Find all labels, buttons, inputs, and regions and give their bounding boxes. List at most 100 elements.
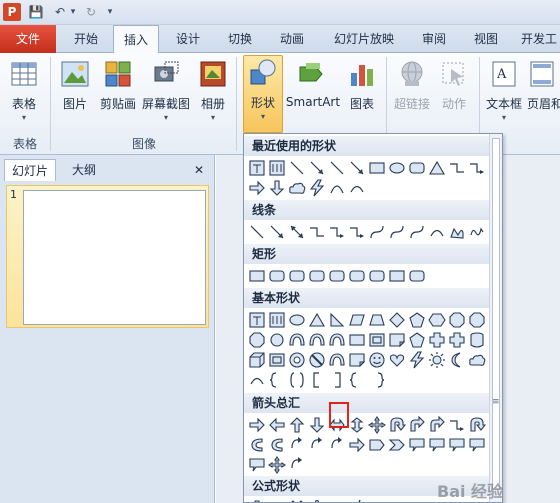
shape-heart-icon[interactable] (388, 351, 406, 369)
tab-file[interactable]: 文件 (0, 25, 56, 53)
shape-octagon-icon[interactable] (448, 311, 466, 329)
header-footer-button[interactable]: 页眉和 (527, 57, 560, 112)
shape-chevron-icon[interactable] (388, 436, 406, 454)
shape-plus-icon[interactable] (248, 498, 266, 502)
album-button[interactable]: 相册 ▾ (196, 57, 230, 122)
tab-slideshow[interactable]: 幻灯片放映 (322, 25, 406, 53)
shape-textbox-icon[interactable] (248, 159, 266, 177)
shape-roundrect-icon[interactable] (288, 267, 306, 285)
shape-diamond-icon[interactable] (388, 311, 406, 329)
shape-callout-icon[interactable] (428, 436, 446, 454)
tab-transitions[interactable]: 切换 (218, 25, 262, 53)
tab-home[interactable]: 开始 (64, 25, 108, 53)
chart-button[interactable]: 图表 (344, 57, 380, 112)
shape-roundrect-icon[interactable] (348, 267, 366, 285)
shape-roundrect-icon[interactable] (368, 267, 386, 285)
tab-design[interactable]: 设计 (166, 25, 210, 53)
shape-scurve-icon[interactable] (368, 223, 386, 241)
shape-arc-icon[interactable] (248, 371, 266, 389)
shape-moon-icon[interactable] (448, 351, 466, 369)
slide-thumbnail[interactable] (23, 190, 206, 325)
shape-lightning-icon[interactable] (308, 179, 326, 197)
action-button[interactable]: 动作 (436, 57, 472, 112)
shape-rtriangle-icon[interactable] (328, 311, 346, 329)
customize-toolbar-icon[interactable]: ▾ (104, 3, 116, 21)
shape-uturn-icon[interactable] (388, 416, 406, 434)
shape-vtext-icon[interactable] (268, 311, 286, 329)
shape-darrow-icon[interactable] (308, 416, 326, 434)
shape-sun-icon[interactable] (428, 351, 446, 369)
shape-bent-icon[interactable] (428, 416, 446, 434)
shape-blockarc-icon[interactable] (328, 331, 346, 349)
shape-rarrow-icon[interactable] (248, 416, 266, 434)
shape-cross-icon[interactable] (428, 331, 446, 349)
slide-thumbnail-selected[interactable]: 1 (6, 185, 209, 328)
shape-arc-icon[interactable] (428, 223, 446, 241)
shape-fold-icon[interactable] (388, 331, 406, 349)
shape-elbow-icon[interactable] (308, 223, 326, 241)
shape-darrow-icon[interactable] (268, 179, 286, 197)
shape-rarrow-icon[interactable] (248, 179, 266, 197)
redo-icon[interactable]: ↻ (83, 3, 99, 21)
gallery-scrollbar[interactable]: ≡ (489, 134, 502, 502)
textbox-button[interactable]: A 文本框 ▾ (485, 57, 523, 122)
shape-octagon-icon[interactable] (468, 311, 486, 329)
shape-quad-icon[interactable] (268, 456, 286, 474)
shape-line-icon[interactable] (248, 223, 266, 241)
table-button[interactable]: 表格 ▾ (6, 57, 42, 122)
shape-elbowarrow-icon[interactable] (468, 159, 486, 177)
shape-udarrow-icon[interactable] (348, 416, 366, 434)
shape-curved-icon[interactable] (268, 436, 286, 454)
shape-sqbracketL-icon[interactable] (308, 371, 326, 389)
undo-dropdown-icon[interactable]: ▾ (68, 3, 78, 21)
shape-bothbracket-icon[interactable] (288, 371, 306, 389)
shape-freeform-icon[interactable] (448, 223, 466, 241)
shape-elbowarrow-icon[interactable] (348, 223, 366, 241)
shape-nosymbol-icon[interactable] (308, 351, 326, 369)
shape-curve-icon[interactable] (328, 179, 346, 197)
shape-elbowarrow-icon[interactable] (448, 416, 466, 434)
shape-arc-icon[interactable] (348, 179, 366, 197)
shape-divide-icon[interactable] (308, 498, 326, 502)
shape-roundrect-icon[interactable] (408, 159, 426, 177)
tab-animations[interactable]: 动画 (270, 25, 314, 53)
shape-scribble-icon[interactable] (468, 223, 486, 241)
shape-pentagon-icon[interactable] (408, 311, 426, 329)
shape-pentarrow-icon[interactable] (368, 436, 386, 454)
shape-elbowarrow-icon[interactable] (328, 223, 346, 241)
shape-ellipse-icon[interactable] (288, 311, 306, 329)
close-pane-icon[interactable]: ✕ (188, 159, 210, 181)
shape-rect-icon[interactable] (348, 331, 366, 349)
shape-rect-icon[interactable] (368, 159, 386, 177)
shape-triangle-icon[interactable] (308, 311, 326, 329)
shape-rect-icon[interactable] (248, 267, 266, 285)
shape-larrow-icon[interactable] (268, 416, 286, 434)
tab-outline[interactable]: 大纲 (62, 159, 106, 181)
shape-textbox-icon[interactable] (248, 311, 266, 329)
shape-cloud-icon[interactable] (468, 351, 486, 369)
shape-smiley-icon[interactable] (368, 351, 386, 369)
smartart-button[interactable]: SmartArt (286, 57, 340, 109)
shape-roundrect-icon[interactable] (408, 267, 426, 285)
shape-dblarrowline-icon[interactable] (288, 223, 306, 241)
shape-bracketL-icon[interactable] (268, 371, 286, 389)
shape-hexagon-icon[interactable] (428, 311, 446, 329)
shape-circArrow-icon[interactable] (328, 436, 346, 454)
shape-callout-icon[interactable] (408, 436, 426, 454)
shape-roundrect-icon[interactable] (328, 267, 346, 285)
tab-slides[interactable]: 幻灯片 (4, 159, 56, 181)
shape-blockarc-icon[interactable] (328, 351, 346, 369)
shape-line-icon[interactable] (288, 159, 306, 177)
screenshot-button[interactable]: 屏幕截图 ▾ (141, 57, 191, 122)
shape-roundrect-icon[interactable] (268, 267, 286, 285)
shape-equal-icon[interactable] (328, 498, 346, 502)
shape-parallelogram-icon[interactable] (348, 311, 366, 329)
clipart-button[interactable]: 剪贴画 (97, 57, 139, 112)
hyperlink-button[interactable]: 超链接 (392, 57, 432, 112)
shape-uturn-icon[interactable] (468, 416, 486, 434)
shape-blockarc-icon[interactable] (308, 331, 326, 349)
shape-cross-icon[interactable] (448, 331, 466, 349)
shape-line-icon[interactable] (328, 159, 346, 177)
shape-cylinder-icon[interactable] (468, 331, 486, 349)
shape-elbow-icon[interactable] (448, 159, 466, 177)
